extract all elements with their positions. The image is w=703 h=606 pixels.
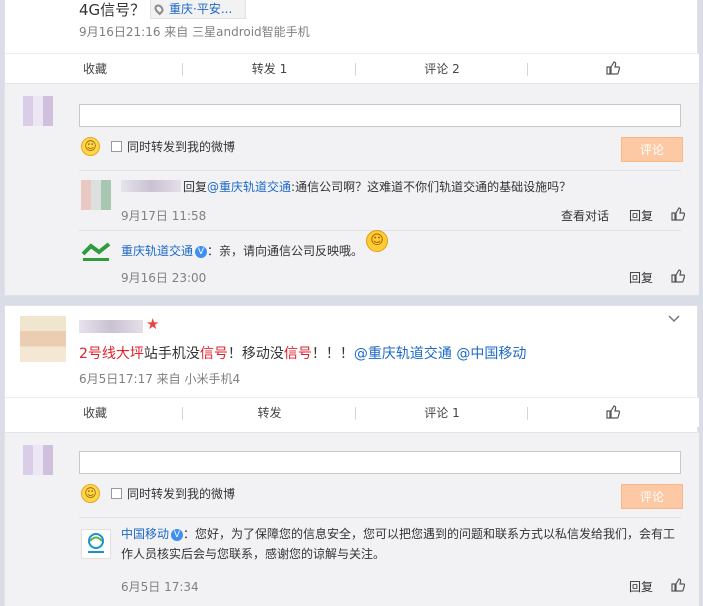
repost-checkbox[interactable] bbox=[111, 141, 122, 152]
commenter-name[interactable] bbox=[121, 180, 181, 192]
text-part: 信号 bbox=[283, 346, 312, 362]
repost-checkbox[interactable] bbox=[111, 488, 122, 499]
post-text-tail: 4G信号？ bbox=[79, 1, 146, 19]
divider bbox=[79, 170, 681, 171]
text-part: 2号线大坪 bbox=[79, 346, 144, 362]
current-user-avatar bbox=[23, 445, 53, 475]
text-part: ！移动没 bbox=[227, 346, 284, 362]
comment-button[interactable]: 评论 2 bbox=[356, 54, 528, 84]
verified-badge-icon: V bbox=[171, 529, 184, 541]
thumb-up-icon bbox=[606, 405, 621, 419]
submit-comment-button[interactable]: 评论 bbox=[621, 484, 683, 509]
like-button[interactable] bbox=[528, 54, 698, 84]
action-bar: 收藏 转发 评论 1 bbox=[5, 397, 699, 427]
official-comment: 中国移动 V ：您好，为了保障您的信息安全，您可以把您遇到的问题和联系方式以私信发给… bbox=[121, 524, 683, 564]
commenter-avatar bbox=[81, 180, 111, 210]
metro-logo bbox=[81, 238, 111, 266]
view-conversation-link[interactable]: 查看对话 bbox=[561, 207, 609, 224]
post-menu-chevron-down-icon[interactable] bbox=[667, 312, 681, 326]
reply-link[interactable]: 回复 bbox=[629, 578, 653, 595]
author-avatar[interactable] bbox=[20, 316, 66, 362]
repost-option-label: 同时转发到我的微博 bbox=[127, 140, 236, 154]
thumb-up-icon[interactable] bbox=[671, 207, 685, 221]
emoji-icon[interactable]: ☺ bbox=[81, 484, 100, 503]
comment-button[interactable]: 评论 1 bbox=[356, 398, 528, 428]
author-name[interactable] bbox=[79, 320, 143, 333]
author-link[interactable]: 中国移动 bbox=[121, 527, 169, 541]
comment-body-line2: 作人员核实后会与您联系，感谢您的谅解与关注。 bbox=[121, 547, 386, 561]
mention-link[interactable]: @重庆轨道交通 bbox=[207, 180, 291, 194]
comment-body: :通信公司啊？这难道不你们轨道交通的基础设施吗？ bbox=[291, 180, 572, 194]
emoji-smile-icon: ☺ bbox=[366, 230, 388, 252]
thumb-up-icon[interactable] bbox=[671, 269, 685, 283]
action-bar: 收藏 转发 1 评论 2 bbox=[5, 53, 699, 83]
text-part: 信号 bbox=[199, 346, 228, 362]
comment-body: ：亲，请向通信公司反映哦。 bbox=[207, 244, 364, 258]
weibo-post-2: ★ 2号线大坪站手机没信号！移动没信号！！！@重庆轨道交通 @中国移动 6月5日… bbox=[4, 305, 699, 606]
reply-link[interactable]: 回复 bbox=[629, 207, 653, 224]
weibo-post-1: 4G信号？ 重庆·平安... 9月16日21:16 来自 三星android智能… bbox=[4, 0, 699, 296]
verified-badge-icon: V bbox=[195, 246, 208, 258]
comment-body-line1: ：您好，为了保障您的信息安全，您可以把您遇到的问题和联系方式以私信发给我们，会有… bbox=[183, 527, 676, 541]
location-pin-icon bbox=[152, 2, 166, 16]
comment-time: 9月17日 11:58 bbox=[121, 209, 207, 223]
divider bbox=[79, 517, 681, 518]
emoji-icon[interactable]: ☺ bbox=[81, 137, 100, 156]
repost-button[interactable]: 转发 bbox=[183, 398, 356, 428]
member-star-icon: ★ bbox=[146, 315, 160, 333]
submit-comment-button[interactable]: 评论 bbox=[621, 137, 683, 162]
mention-link[interactable]: @重庆轨道交通 bbox=[354, 346, 452, 362]
comment-time: 6月5日 17:34 bbox=[121, 580, 199, 594]
location-tag[interactable]: 重庆·平安... bbox=[150, 0, 246, 19]
comment-time: 9月16日 23:00 bbox=[121, 271, 207, 285]
favorite-button[interactable]: 收藏 bbox=[5, 398, 185, 428]
current-user-avatar bbox=[23, 96, 53, 126]
favorite-button[interactable]: 收藏 bbox=[5, 54, 185, 84]
post-meta: 9月16日21:16 来自 三星android智能手机 bbox=[79, 25, 310, 39]
mention-link[interactable]: @中国移动 bbox=[456, 346, 526, 362]
official-comment: 重庆轨道交通 V ：亲，请向通信公司反映哦。 bbox=[121, 242, 363, 259]
comment-input[interactable] bbox=[79, 451, 681, 474]
reply-link[interactable]: 回复 bbox=[629, 269, 653, 286]
thumb-up-icon[interactable] bbox=[671, 578, 685, 592]
comment-input[interactable] bbox=[79, 104, 681, 127]
comment-section: ☺ 同时转发到我的微博 评论 回复@重庆轨道交通:通信公司啊？这难道不你们轨道交… bbox=[5, 83, 699, 295]
comment-text: 回复@重庆轨道交通:通信公司啊？这难道不你们轨道交通的基础设施吗？ bbox=[183, 178, 571, 195]
location-label: 重庆·平安... bbox=[169, 2, 233, 16]
post-meta: 6月5日17:17 来自 小米手机4 bbox=[79, 372, 241, 386]
text-part: 站手机没 bbox=[143, 346, 200, 362]
like-button[interactable] bbox=[528, 398, 698, 428]
post-text: 4G信号？ bbox=[79, 0, 145, 21]
repost-option-label: 同时转发到我的微博 bbox=[127, 487, 236, 501]
author-link[interactable]: 重庆轨道交通 bbox=[121, 244, 193, 258]
china-mobile-logo bbox=[81, 529, 111, 559]
thumb-up-icon bbox=[606, 61, 621, 75]
comment-section: ☺ 同时转发到我的微博 评论 中国移动 V ：您好，为了保障您的信息安全，您可以把您… bbox=[5, 432, 699, 606]
text-part: ！！！ bbox=[311, 346, 354, 362]
reply-prefix: 回复 bbox=[183, 180, 208, 194]
post-text: 2号线大坪站手机没信号！移动没信号！！！@重庆轨道交通 @中国移动 bbox=[79, 343, 526, 363]
repost-button[interactable]: 转发 1 bbox=[183, 54, 356, 84]
